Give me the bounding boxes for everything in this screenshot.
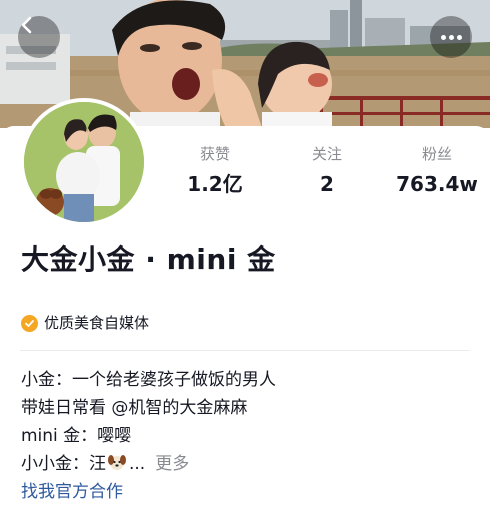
bio-line: 小金：一个给老婆孩子做饭的男人: [21, 370, 276, 390]
bio-more-link[interactable]: 更多: [155, 454, 189, 474]
bio-line-4: 小小金：汪... 更多: [21, 450, 471, 478]
more-button[interactable]: [430, 16, 472, 58]
bio-line-4-suffix: ...: [129, 454, 146, 474]
bio-line: 带娃日常看 @机智的大金麻麻: [21, 398, 248, 418]
collab-link[interactable]: 找我官方合作: [21, 478, 123, 506]
verified-check-icon: [21, 314, 38, 332]
badge-text: 优质美食自媒体: [44, 314, 150, 332]
avatar[interactable]: [20, 98, 148, 226]
stat-likes[interactable]: 获赞 1.2亿: [170, 143, 260, 199]
bio: 小金：一个给老婆孩子做饭的男人 带娃日常看 @机智的大金麻麻 mini 金：嘤嘤…: [21, 366, 471, 478]
stat-following[interactable]: 关注 2: [282, 143, 372, 199]
stat-fans[interactable]: 粉丝 763.4w: [392, 143, 482, 199]
profile-name: 大金小金 · mini 金: [21, 243, 276, 276]
avatar-image: [24, 102, 144, 222]
stat-following-value: 2: [320, 172, 334, 196]
stat-fans-value: 763.4w: [396, 172, 478, 196]
stat-fans-label: 粉丝: [421, 145, 452, 163]
stat-likes-value: 1.2亿: [187, 172, 243, 196]
more-dots-icon: [440, 34, 462, 40]
bio-line: mini 金：嘤嘤: [21, 426, 132, 446]
stat-likes-label: 获赞: [199, 145, 230, 163]
dog-face-icon: [107, 452, 127, 472]
back-button[interactable]: [18, 16, 60, 58]
verification-badge[interactable]: 优质美食自媒体: [21, 312, 149, 334]
bio-line-4-prefix: 小小金：汪: [21, 454, 106, 474]
divider: [20, 350, 470, 351]
stat-following-label: 关注: [311, 145, 342, 163]
